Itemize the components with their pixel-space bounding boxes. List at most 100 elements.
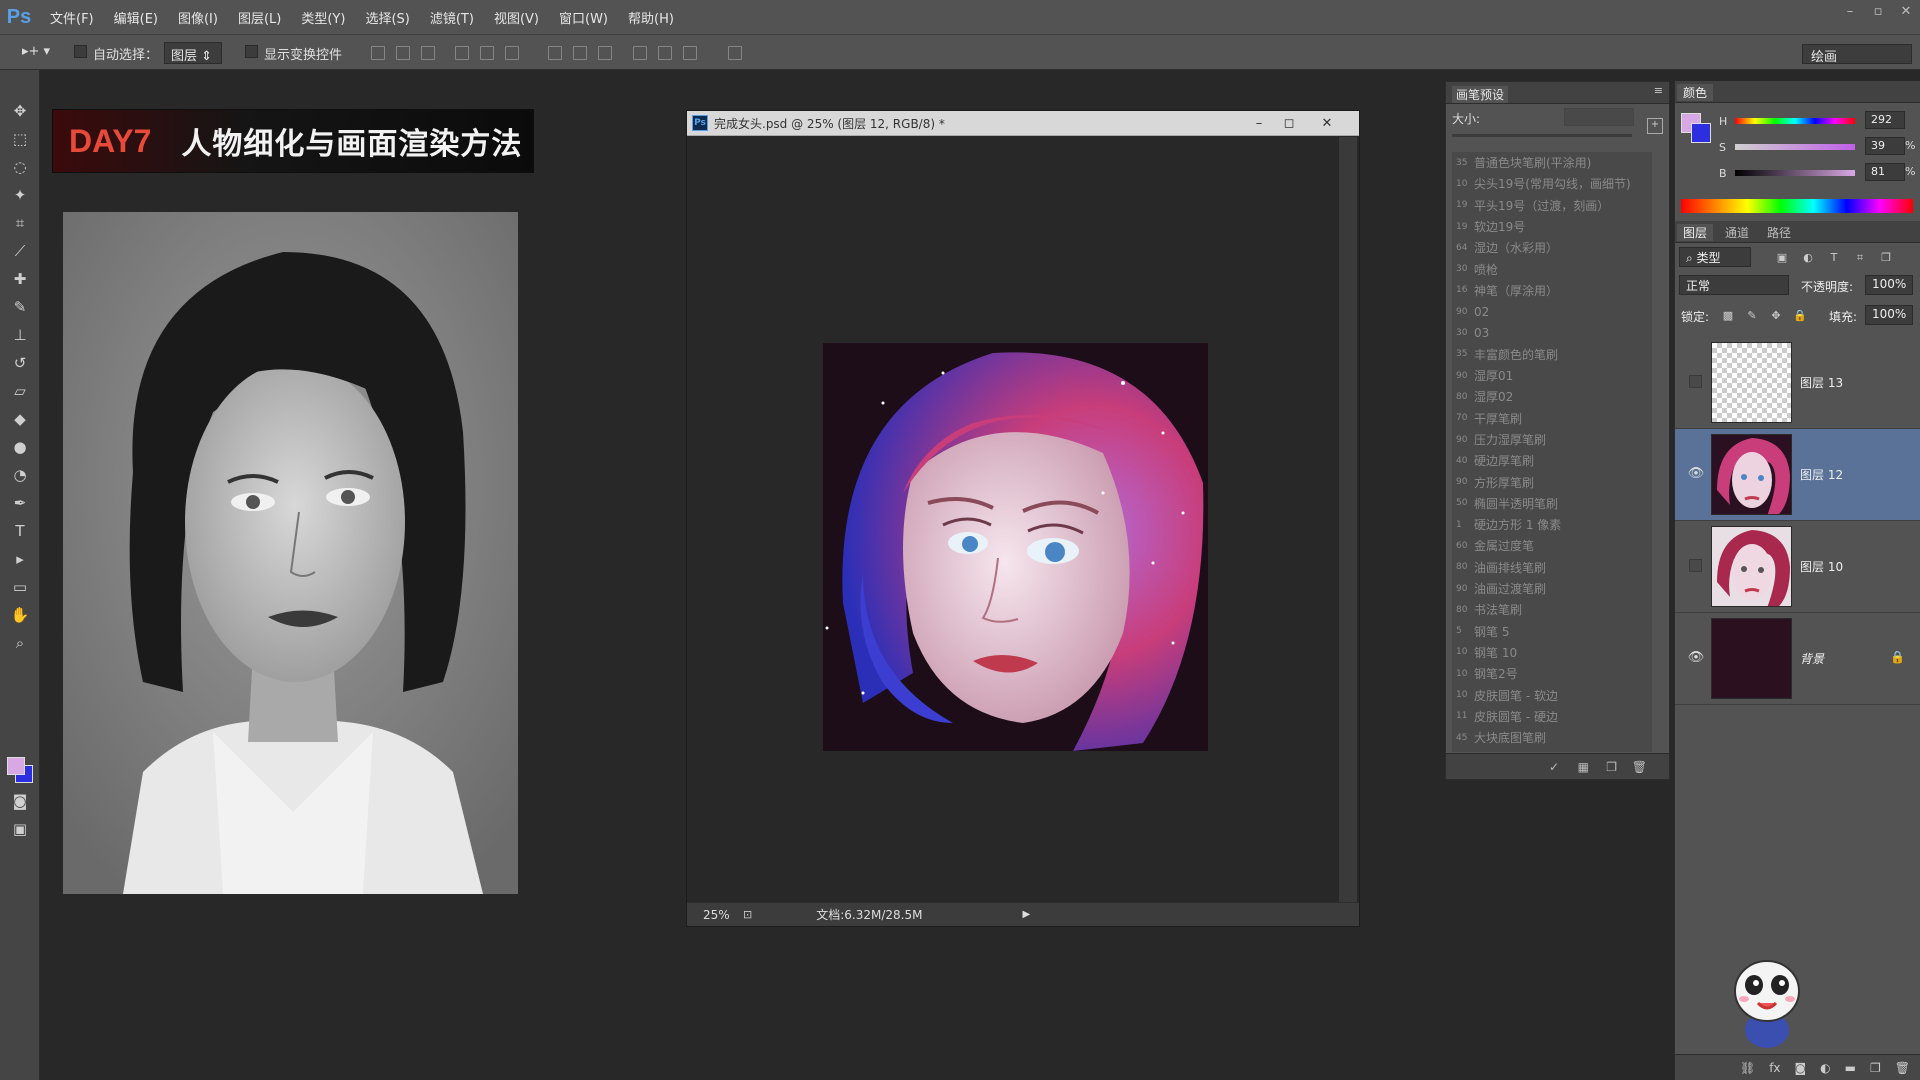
brush-preset-item[interactable]: 5 钢笔 5 bbox=[1452, 621, 1652, 642]
tab-brush-presets[interactable]: 画笔预设 bbox=[1452, 86, 1509, 103]
menu-select[interactable]: 选择(S) bbox=[357, 8, 417, 27]
lock-transparent-icon[interactable]: ▩ bbox=[1721, 309, 1735, 323]
hue-slider[interactable] bbox=[1735, 118, 1855, 124]
brightness-value-field[interactable]: 81 bbox=[1865, 163, 1905, 181]
fill-input[interactable]: 100% bbox=[1865, 305, 1913, 325]
align-vcenter-icon[interactable] bbox=[396, 46, 410, 60]
lock-position-icon[interactable]: ✥ bbox=[1769, 309, 1783, 323]
menu-layer[interactable]: 图层(L) bbox=[230, 8, 289, 27]
marquee-tool-icon[interactable]: ⬚ bbox=[8, 128, 32, 150]
healing-brush-tool-icon[interactable]: ✚ bbox=[8, 268, 32, 290]
brush-preset-item[interactable]: 80 油画排线笔刷 bbox=[1452, 557, 1652, 578]
dodge-tool-icon[interactable]: ◔ bbox=[8, 464, 32, 486]
path-selection-tool-icon[interactable]: ▸ bbox=[8, 548, 32, 570]
filter-type-icon[interactable]: T bbox=[1827, 251, 1841, 265]
brush-preset-item[interactable]: 90 02 bbox=[1452, 301, 1652, 322]
saturation-slider[interactable] bbox=[1735, 144, 1855, 150]
auto-align-icon[interactable] bbox=[728, 46, 742, 60]
align-left-icon[interactable] bbox=[455, 46, 469, 60]
tab-channels[interactable]: 通道 bbox=[1719, 224, 1755, 241]
brush-preset-item[interactable]: 10 钢笔2号 bbox=[1452, 663, 1652, 684]
hue-value-field[interactable]: 292 bbox=[1865, 111, 1905, 129]
layer-visibility-toggle[interactable] bbox=[1689, 375, 1702, 388]
brush-settings-icon[interactable]: ▦ bbox=[1578, 760, 1589, 774]
layer-visibility-toggle[interactable] bbox=[1689, 559, 1702, 572]
eye-icon[interactable]: 👁 bbox=[1687, 465, 1705, 481]
rectangle-tool-icon[interactable]: ▭ bbox=[8, 576, 32, 598]
hand-tool-icon[interactable]: ✋ bbox=[8, 604, 32, 626]
brush-preset-item[interactable]: 19 软边19号 bbox=[1452, 216, 1652, 237]
zoom-level[interactable]: 25% bbox=[703, 908, 743, 922]
tab-paths[interactable]: 路径 bbox=[1761, 224, 1797, 241]
zoom-tool-icon[interactable]: ⌕ bbox=[8, 632, 32, 654]
layer-row-13[interactable]: 图层 13 bbox=[1675, 337, 1920, 429]
add-mask-icon[interactable]: ◙ bbox=[1795, 1061, 1807, 1075]
menu-filter[interactable]: 滤镜(T) bbox=[422, 8, 482, 27]
filter-shape-icon[interactable]: ⌗ bbox=[1853, 251, 1867, 265]
distribute-right-icon[interactable] bbox=[683, 46, 697, 60]
saturation-value-field[interactable]: 39 bbox=[1865, 137, 1905, 155]
menu-edit[interactable]: 编辑(E) bbox=[106, 8, 166, 27]
document-canvas-area[interactable] bbox=[688, 137, 1338, 903]
lasso-tool-icon[interactable]: ◌ bbox=[8, 156, 32, 178]
align-hcenter-icon[interactable] bbox=[480, 46, 494, 60]
menu-help[interactable]: 帮助(H) bbox=[620, 8, 682, 27]
pen-tool-icon[interactable]: ✒ bbox=[8, 492, 32, 514]
brush-size-input[interactable] bbox=[1564, 108, 1634, 126]
eye-icon[interactable]: 👁 bbox=[1687, 649, 1705, 665]
app-minimize-button[interactable]: – bbox=[1836, 0, 1864, 22]
layer-row-10[interactable]: 图层 10 bbox=[1675, 521, 1920, 613]
adjustment-layer-icon[interactable]: ◐ bbox=[1820, 1061, 1830, 1075]
color-spectrum-ramp[interactable] bbox=[1681, 199, 1913, 213]
brush-preset-item[interactable]: 11 皮肤圆笔 - 硬边 bbox=[1452, 706, 1652, 727]
artwork-canvas[interactable] bbox=[823, 343, 1208, 751]
brush-preset-item[interactable]: 30 喷枪 bbox=[1452, 258, 1652, 279]
distribute-left-icon[interactable] bbox=[633, 46, 647, 60]
brush-preset-list[interactable]: 35 普通色块笔刷(平涂用) 10 尖头19号(常用勾线，画细节) 19 平头19号（过渡… bbox=[1452, 152, 1652, 752]
brush-preset-item[interactable]: 10 钢笔 10 bbox=[1452, 642, 1652, 663]
brush-preset-item[interactable]: 40 硬边厚笔刷 bbox=[1452, 450, 1652, 471]
opacity-input[interactable]: 100% bbox=[1865, 275, 1913, 295]
brush-preset-item[interactable]: 90 压力湿厚笔刷 bbox=[1452, 429, 1652, 450]
auto-select-dropdown[interactable]: 图层 ⇕ bbox=[164, 42, 222, 64]
doc-minimize-button[interactable]: – bbox=[1245, 113, 1273, 133]
brush-preset-item[interactable]: 10 尖头19号(常用勾线，画细节) bbox=[1452, 173, 1652, 194]
brush-preset-item[interactable]: 19 平头19号（过渡，刻画） bbox=[1452, 195, 1652, 216]
brush-tool-icon[interactable]: ✎ bbox=[8, 296, 32, 318]
lock-all-icon[interactable]: 🔒 bbox=[1793, 309, 1807, 323]
brush-preset-item[interactable]: 10 皮肤圆笔 - 软边 bbox=[1452, 684, 1652, 705]
history-brush-tool-icon[interactable]: ↺ bbox=[8, 352, 32, 374]
toggle-brush-panel-icon[interactable]: ✓ bbox=[1549, 760, 1559, 774]
layer-style-icon[interactable]: fx bbox=[1769, 1061, 1780, 1075]
magic-wand-tool-icon[interactable]: ✦ bbox=[8, 184, 32, 206]
color-bg-swatch[interactable] bbox=[1691, 123, 1711, 143]
new-group-icon[interactable]: ▬ bbox=[1845, 1061, 1856, 1075]
brush-size-slider[interactable] bbox=[1452, 134, 1632, 137]
brush-preset-item[interactable]: 60 金属过度笔 bbox=[1452, 535, 1652, 556]
distribute-vcenter-icon[interactable] bbox=[573, 46, 587, 60]
layer-row-background[interactable]: 👁 背景 🔒 bbox=[1675, 613, 1920, 705]
menu-file[interactable]: 文件(F) bbox=[42, 8, 102, 27]
tab-layers[interactable]: 图层 bbox=[1677, 224, 1714, 241]
delete-brush-icon[interactable]: 🗑 bbox=[1632, 760, 1647, 774]
new-layer-icon[interactable]: ❐ bbox=[1870, 1061, 1881, 1075]
brush-preset-item[interactable]: 45 大块底图笔刷 bbox=[1452, 727, 1652, 748]
brush-preset-item[interactable]: 35 丰富颜色的笔刷 bbox=[1452, 344, 1652, 365]
document-titlebar[interactable]: Ps 完成女头.psd @ 25% (图层 12, RGB/8) * – ◻ ✕ bbox=[687, 111, 1359, 136]
new-brush-preset-icon[interactable]: + bbox=[1647, 118, 1663, 134]
brightness-slider[interactable] bbox=[1735, 170, 1855, 176]
align-top-icon[interactable] bbox=[371, 46, 385, 60]
align-right-icon[interactable] bbox=[505, 46, 519, 60]
brush-preset-item[interactable]: 80 湿厚02 bbox=[1452, 386, 1652, 407]
filter-adjustment-icon[interactable]: ◐ bbox=[1801, 251, 1815, 265]
distribute-top-icon[interactable] bbox=[548, 46, 562, 60]
layer-row-12[interactable]: 👁 图层 12 bbox=[1675, 429, 1920, 521]
eyedropper-tool-icon[interactable]: ⟋ bbox=[8, 240, 32, 262]
screen-mode-icon[interactable]: ▣ bbox=[8, 818, 32, 840]
brush-preset-item[interactable]: 90 油画过渡笔刷 bbox=[1452, 578, 1652, 599]
lock-image-icon[interactable]: ✎ bbox=[1745, 309, 1759, 323]
quick-mask-icon[interactable]: ◙ bbox=[8, 790, 32, 812]
menu-window[interactable]: 窗口(W) bbox=[551, 8, 616, 27]
menu-view[interactable]: 视图(V) bbox=[486, 8, 547, 27]
brush-preset-item[interactable]: 90 湿厚01 bbox=[1452, 365, 1652, 386]
